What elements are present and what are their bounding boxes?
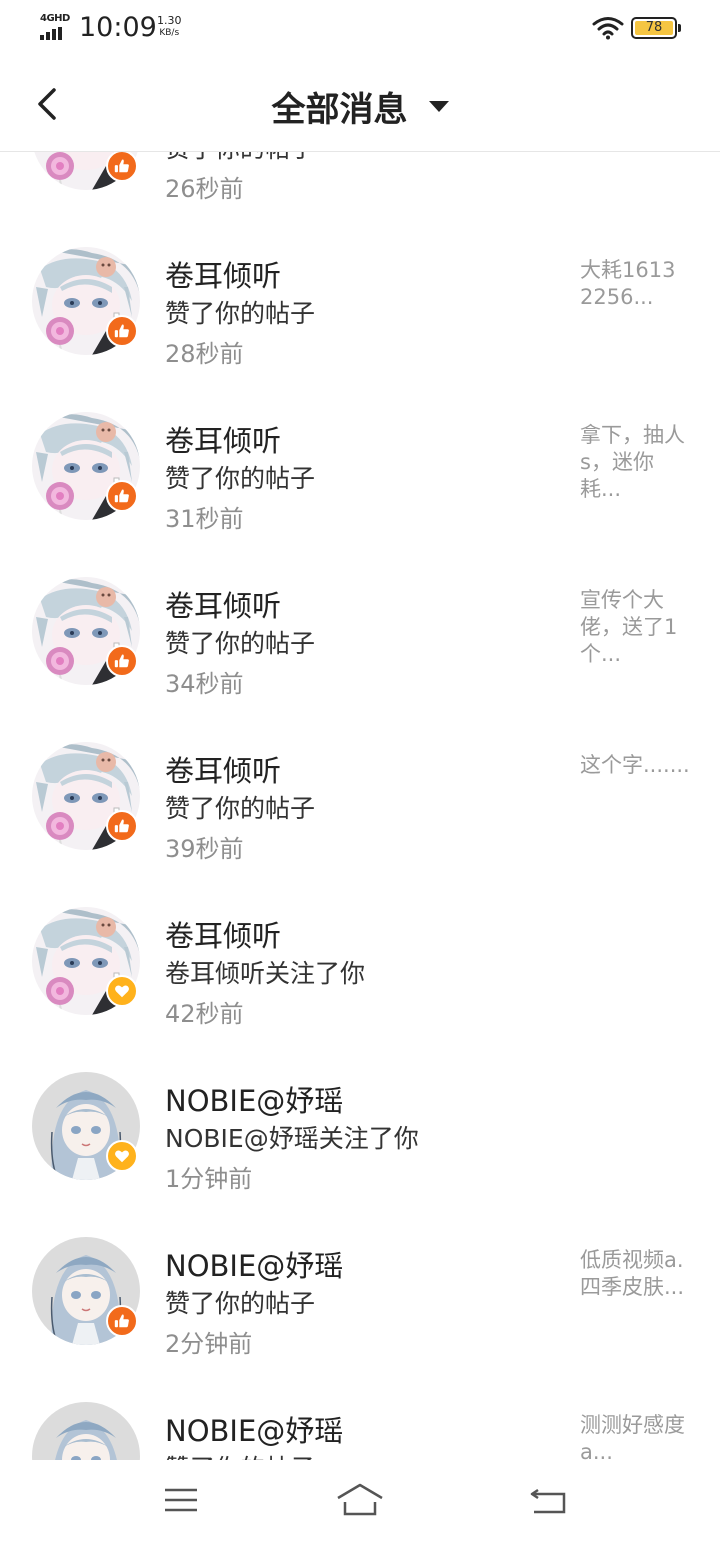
avatar[interactable] xyxy=(32,1402,140,1460)
like-badge xyxy=(106,810,138,842)
message-action: 赞了你的帖子 xyxy=(165,629,316,658)
sender-name[interactable]: 卷耳倾听 xyxy=(165,913,281,955)
message-item[interactable]: 卷耳倾听 赞了你的帖子 28秒前 大耗1613 2256... xyxy=(0,197,720,368)
wifi-icon xyxy=(592,17,624,40)
message-item[interactable]: 卷耳倾听 赞了你的帖子 39秒前 这个字....... xyxy=(0,692,720,863)
signal-icon xyxy=(40,27,62,40)
title-dropdown[interactable]: 全部消息 xyxy=(0,82,720,131)
sender-name[interactable]: 卷耳倾听 xyxy=(165,583,281,625)
message-action: 赞了你的帖子 xyxy=(165,299,316,328)
sender-name[interactable]: 卷耳倾听 xyxy=(165,748,281,790)
message-item[interactable]: 赞了你的帖子26秒前吸吸... xyxy=(0,152,720,203)
sender-name[interactable]: 卷耳倾听 xyxy=(165,253,281,295)
message-action: 赞了你的帖子 xyxy=(165,1449,315,1460)
message-item[interactable]: 卷耳倾听 赞了你的帖子 34秒前 宣传个大佬，送了1个... xyxy=(0,527,720,698)
like-badge xyxy=(106,152,138,182)
status-bar: 4GHD 10:09 1.30 KB/s 78 xyxy=(0,0,720,56)
home-icon[interactable] xyxy=(336,1480,384,1520)
sender-name[interactable]: 卷耳倾听 xyxy=(165,418,281,460)
thumbs-up-icon xyxy=(114,1314,129,1328)
message-list[interactable]: 赞了你的帖子26秒前吸吸...卷耳倾听赞了你的帖子28秒前大耗1613 2256… xyxy=(0,152,720,1460)
message-action: NOBIE@妤瑶关注了你 xyxy=(165,1124,419,1153)
message-item[interactable]: NOBIE@妤瑶赞了你的帖子 测测好感度a... xyxy=(0,1352,720,1460)
post-preview: 宣传个大佬，送了1个... xyxy=(580,588,678,666)
thumbs-up-icon xyxy=(114,489,129,503)
message-item[interactable]: 卷耳倾听 卷耳倾听关注了你 42秒前 xyxy=(0,857,720,1028)
message-action: 赞了你的帖子 xyxy=(165,1289,316,1318)
message-item[interactable]: 卷耳倾听 赞了你的帖子 31秒前 拿下，抽人s，迷你耗... xyxy=(0,362,720,533)
follow-badge xyxy=(106,1140,138,1172)
post-preview: 拿下，抽人s，迷你耗... xyxy=(580,423,685,501)
like-badge xyxy=(106,645,138,677)
like-badge xyxy=(106,315,138,347)
battery-icon: 78 xyxy=(631,17,681,39)
return-icon[interactable] xyxy=(526,1480,574,1520)
message-action: 卷耳倾听关注了你 xyxy=(165,959,366,988)
message-item[interactable]: NOBIE@妤瑶 赞了你的帖子 2分钟前 低质视频a.四季皮肤... xyxy=(0,1187,720,1358)
like-badge xyxy=(106,1305,138,1337)
battery-level: 78 xyxy=(635,21,673,35)
heart-icon xyxy=(115,985,129,998)
network-type: 4GHD xyxy=(40,13,70,24)
caret-down-icon xyxy=(428,101,449,112)
post-preview: 测测好感度a... xyxy=(580,1413,685,1460)
like-badge xyxy=(106,480,138,512)
heart-icon xyxy=(115,1150,129,1163)
speed-unit: KB/s xyxy=(159,28,180,38)
post-preview: 这个字....... xyxy=(580,753,690,777)
thumbs-up-icon xyxy=(114,819,129,833)
system-nav-bar xyxy=(0,1460,720,1544)
network-speed: 1.30 KB/s xyxy=(157,15,182,39)
speed-value: 1.30 xyxy=(157,14,182,27)
clock: 10:09 xyxy=(79,12,157,43)
message-action: 赞了你的帖子 xyxy=(165,794,316,823)
follow-badge xyxy=(106,975,138,1007)
screen: 4GHD 10:09 1.30 KB/s 78 全部消息 赞了你的帖子26秒前 xyxy=(0,0,720,1544)
message-action: 赞了你的帖子 xyxy=(165,464,316,493)
thumbs-up-icon xyxy=(114,159,129,173)
message-action: 赞了你的帖子 xyxy=(165,152,315,165)
message-items: 赞了你的帖子26秒前吸吸...卷耳倾听赞了你的帖子28秒前大耗1613 2256… xyxy=(0,152,720,1460)
thumbs-up-icon xyxy=(114,654,129,668)
post-preview: 大耗1613 2256... xyxy=(580,258,676,309)
post-preview: 低质视频a.四季皮肤... xyxy=(580,1248,685,1299)
menu-icon[interactable] xyxy=(157,1480,205,1520)
message-item[interactable]: NOBIE@妤瑶 NOBIE@妤瑶关注了你 1分钟前 xyxy=(0,1022,720,1193)
sender-name[interactable]: NOBIE@妤瑶 xyxy=(165,1243,343,1285)
page-title: 全部消息 xyxy=(271,90,408,130)
app-header: 全部消息 xyxy=(0,56,720,152)
thumbs-up-icon xyxy=(114,324,129,338)
sender-name[interactable]: NOBIE@妤瑶 xyxy=(165,1078,343,1120)
sender-name[interactable]: NOBIE@妤瑶 xyxy=(165,1408,343,1450)
